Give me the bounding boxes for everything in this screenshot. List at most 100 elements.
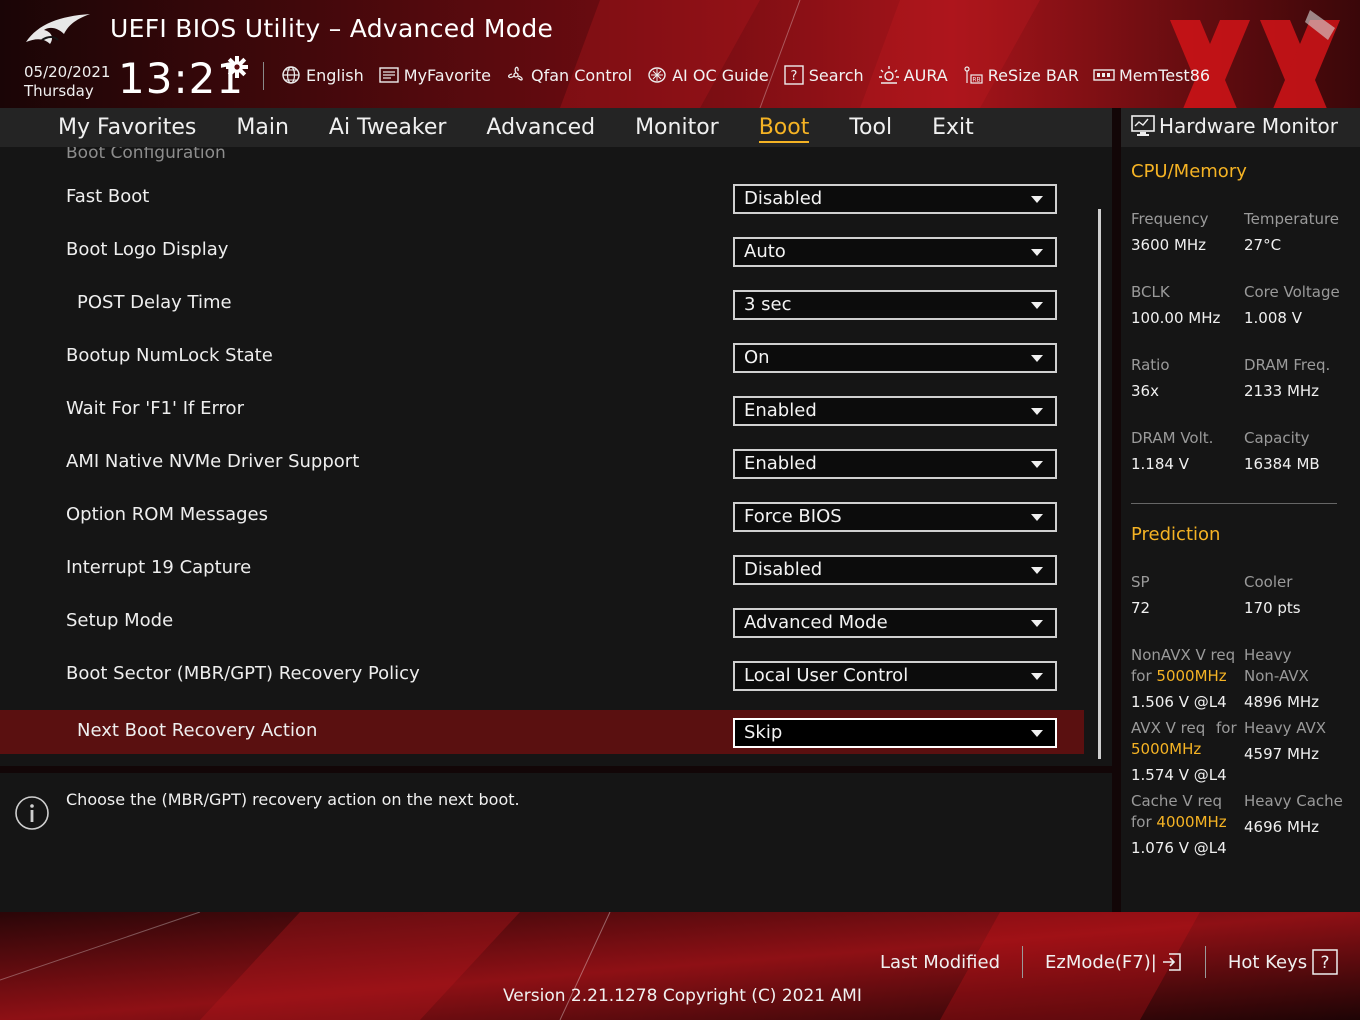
weekday-text: Thursday (24, 82, 94, 100)
toolbar-memtest-label: MemTest86 (1118, 65, 1211, 85)
toolbar-qfan-button[interactable]: Qfan Control (505, 65, 632, 85)
tab-monitor[interactable]: Monitor (635, 108, 719, 147)
header-separator (263, 62, 264, 90)
toolbar-english-button[interactable]: English (280, 65, 364, 85)
avx-vreq-label: AVX V req (1131, 719, 1206, 737)
setting-row-numlock-state[interactable]: Bootup NumLock State On (0, 335, 1084, 379)
wait-f1-error-dropdown[interactable]: Enabled (733, 396, 1057, 426)
setting-label: Fast Boot (66, 186, 150, 207)
rog-logo (26, 14, 90, 44)
cache-for-text: for (1131, 813, 1152, 831)
dropdown-arrow-icon (1031, 249, 1043, 256)
hardware-monitor-header: Hardware Monitor (1121, 108, 1360, 147)
toolbar-myfavorite-button[interactable]: MyFavorite (378, 65, 491, 85)
setting-row-nvme-driver-support[interactable]: AMI Native NVMe Driver Support Enabled (0, 441, 1084, 485)
dropdown-value: On (744, 347, 770, 368)
sp-value: 72 (1131, 599, 1151, 617)
help-panel: Choose the (MBR/GPT) recovery action on … (0, 773, 1112, 912)
hot-keys-glyph: ? (1321, 953, 1330, 973)
dropdown-arrow-icon (1031, 461, 1043, 468)
fan-icon (508, 66, 523, 81)
exit-arrow-icon (1162, 953, 1181, 971)
capacity-label: Capacity (1244, 429, 1310, 447)
footer-actions: Last Modified EzMode(F7)| Hot Keys ? (880, 946, 1339, 978)
toolbar-memtest-button[interactable]: MemTest86 (1093, 65, 1210, 85)
numlock-state-dropdown[interactable]: On (733, 343, 1057, 373)
tab-my-favorites[interactable]: My Favorites (58, 108, 196, 147)
post-delay-time-dropdown[interactable]: 3 sec (733, 290, 1057, 320)
setting-row-post-delay-time[interactable]: POST Delay Time 3 sec (0, 282, 1084, 326)
toolbar-search-button[interactable]: ? Search (783, 65, 864, 85)
svg-text:RB: RB (972, 77, 980, 84)
interrupt-19-capture-dropdown[interactable]: Disabled (733, 555, 1057, 585)
tab-boot[interactable]: Boot (758, 108, 809, 147)
heavy-cache-value: 4696 MHz (1244, 818, 1320, 836)
app-title: UEFI BIOS Utility – Advanced Mode (110, 14, 554, 43)
toolbar-search-label: Search (808, 65, 864, 85)
toolbar-myfavorite-label: MyFavorite (403, 65, 491, 85)
dropdown-arrow-icon (1031, 355, 1043, 362)
setting-label: Setup Mode (66, 610, 174, 631)
dram-freq-label: DRAM Freq. (1244, 356, 1331, 374)
frequency-value: 3600 MHz (1131, 236, 1207, 254)
toolbar-aura-button[interactable]: AURA (878, 65, 948, 85)
dropdown-value: Skip (744, 722, 783, 743)
setting-row-next-boot-recovery-action[interactable]: Next Boot Recovery Action Skip (0, 710, 1084, 754)
setting-label: POST Delay Time (77, 292, 232, 313)
setting-row-interrupt-19-capture[interactable]: Interrupt 19 Capture Disabled (0, 547, 1084, 591)
hardware-monitor-panel: CPU/Memory Frequency Temperature 3600 MH… (1121, 147, 1360, 912)
setting-label: Bootup NumLock State (66, 345, 273, 366)
gear-icon[interactable] (226, 56, 248, 78)
heavy-cache-label: Heavy Cache (1244, 792, 1343, 810)
boot-sector-recovery-policy-dropdown[interactable]: Local User Control (733, 661, 1057, 691)
dropdown-arrow-icon (1031, 408, 1043, 415)
search-icon: ? (783, 65, 804, 85)
setting-label: Next Boot Recovery Action (77, 720, 318, 741)
tab-main[interactable]: Main (236, 108, 289, 147)
temperature-label: Temperature (1244, 210, 1340, 228)
dram-volt-label: DRAM Volt. (1131, 429, 1214, 447)
ezmode-button[interactable]: EzMode(F7)| (1045, 951, 1183, 973)
dropdown-value: Force BIOS (744, 506, 842, 527)
last-modified-button[interactable]: Last Modified (880, 952, 1000, 973)
dram-freq-value: 2133 MHz (1244, 382, 1320, 400)
tab-ai-tweaker[interactable]: Ai Tweaker (329, 108, 447, 147)
setting-row-fast-boot[interactable]: Fast Boot Disabled (0, 176, 1084, 220)
setting-row-setup-mode[interactable]: Setup Mode Advanced Mode (0, 600, 1084, 644)
temperature-value: 27°C (1244, 236, 1282, 254)
ratio-value: 36x (1131, 382, 1159, 400)
nonavx-vreq-value: 1.506 V @L4 (1131, 693, 1227, 711)
dropdown-value: Auto (744, 241, 786, 262)
tab-exit[interactable]: Exit (932, 108, 974, 147)
toolbar-resize-bar-button[interactable]: RB ReSize BAR (962, 65, 1079, 85)
hot-keys-label: Hot Keys (1227, 951, 1308, 973)
footer-separator (1022, 946, 1024, 978)
hw-divider (1131, 503, 1337, 504)
cache-for-line: for 4000MHz (1131, 812, 1227, 833)
bclk-label: BCLK (1131, 283, 1170, 301)
toolbar-ai-oc-guide-button[interactable]: AI OC Guide (646, 65, 769, 85)
fast-boot-dropdown[interactable]: Disabled (733, 184, 1057, 214)
setting-row-boot-sector-recovery-policy[interactable]: Boot Sector (MBR/GPT) Recovery Policy Lo… (0, 653, 1084, 697)
ai-chip-icon (648, 67, 666, 83)
dropdown-value: Advanced Mode (744, 612, 888, 633)
heavy-avx-value: 4597 MHz (1244, 745, 1320, 763)
scrollbar[interactable] (1098, 209, 1101, 759)
setting-row-wait-f1-error[interactable]: Wait For 'F1' If Error Enabled (0, 388, 1084, 432)
ratio-label: Ratio (1131, 356, 1170, 374)
setting-row-boot-logo-display[interactable]: Boot Logo Display Auto (0, 229, 1084, 273)
core-voltage-label: Core Voltage (1244, 283, 1340, 301)
tab-tool[interactable]: Tool (849, 108, 892, 147)
next-boot-recovery-action-dropdown[interactable]: Skip (733, 718, 1057, 748)
hot-keys-button[interactable]: Hot Keys ? (1228, 949, 1339, 975)
option-rom-messages-dropdown[interactable]: Force BIOS (733, 502, 1057, 532)
nvme-driver-support-dropdown[interactable]: Enabled (733, 449, 1057, 479)
setting-row-option-rom-messages[interactable]: Option ROM Messages Force BIOS (0, 494, 1084, 538)
boot-logo-display-dropdown[interactable]: Auto (733, 237, 1057, 267)
tab-advanced[interactable]: Advanced (486, 108, 595, 147)
toolbar-ai-oc-guide-label: AI OC Guide (672, 65, 769, 85)
sp-label: SP (1131, 573, 1150, 591)
dropdown-value: Disabled (744, 188, 823, 209)
setup-mode-dropdown[interactable]: Advanced Mode (733, 608, 1057, 638)
dropdown-arrow-icon (1031, 302, 1043, 309)
